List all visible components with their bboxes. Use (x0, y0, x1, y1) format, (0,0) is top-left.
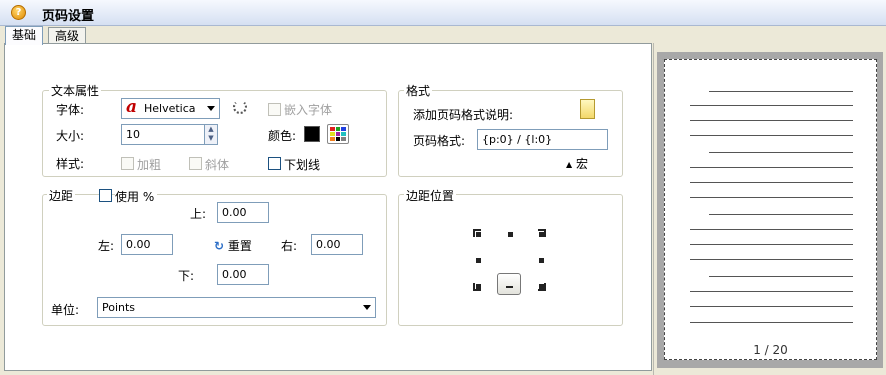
bottom-margin-input[interactable]: 0.00 (217, 264, 269, 285)
right-margin-input[interactable]: 0.00 (311, 234, 363, 255)
margin-position-legend: 边距位置 (404, 187, 457, 204)
text-line (709, 152, 853, 153)
macro-button[interactable]: ▲ 宏 (566, 155, 588, 172)
page-format-input[interactable]: {p:0} / {l:0} (477, 129, 608, 150)
unit-label: 单位: (51, 303, 80, 317)
text-line (690, 259, 853, 260)
note-icon[interactable] (580, 99, 595, 119)
margin-position-group (398, 194, 623, 326)
embed-font-label: 嵌入字体 (284, 103, 333, 117)
text-line (690, 182, 853, 183)
pos-middle-right[interactable] (539, 258, 544, 263)
bold-checkbox[interactable] (121, 157, 134, 170)
text-line (690, 229, 853, 230)
pos-middle-left[interactable] (476, 258, 481, 263)
color-label: 颜色: (268, 129, 297, 143)
bottom-margin-label: 下: (178, 269, 195, 283)
chevron-down-icon (363, 305, 371, 310)
right-margin-label: 右: (281, 239, 298, 253)
pos-top-center[interactable] (508, 232, 513, 237)
chevron-down-icon (207, 106, 215, 111)
font-select-value: Helvetica (144, 102, 196, 115)
underline-checkbox[interactable] (268, 157, 281, 170)
italic-label: 斜体 (205, 158, 230, 172)
unit-select-value: Points (102, 301, 136, 314)
font-size-input[interactable]: 10 (121, 124, 205, 145)
dialog-title: 页码设置 (42, 9, 95, 24)
page-format-label: 页码格式: (413, 134, 466, 148)
color-palette-button[interactable] (327, 124, 349, 144)
pos-bottom-center-mark (506, 286, 513, 288)
font-color-swatch[interactable] (304, 126, 320, 142)
text-line (690, 135, 853, 136)
pos-top-left-dot (476, 232, 481, 237)
bold-label: 加粗 (137, 158, 162, 172)
embed-font-checkbox[interactable] (268, 103, 281, 116)
page-number-preview: 1 / 20 (753, 343, 788, 357)
font-type-icon: a (126, 97, 138, 117)
text-line (690, 322, 853, 323)
pos-bottom-left-dot (476, 284, 481, 289)
text-line (690, 167, 853, 168)
triangle-up-icon: ▲ (566, 160, 573, 169)
left-margin-label: 左: (98, 239, 115, 253)
pos-bottom-center[interactable] (497, 273, 521, 295)
underline-label: 下划线 (284, 158, 321, 172)
text-line (709, 276, 853, 277)
font-size-spinner[interactable]: ▲ ▼ (204, 124, 218, 145)
margins-legend: 边距 (47, 187, 76, 204)
text-line (690, 105, 853, 106)
text-line (690, 291, 853, 292)
help-icon[interactable]: ? (11, 5, 26, 20)
unit-select[interactable]: Points (97, 297, 376, 318)
left-margin-input[interactable]: 0.00 (121, 234, 173, 255)
text-line (690, 197, 853, 198)
text-line (709, 91, 853, 92)
format-legend: 格式 (404, 82, 433, 99)
font-label: 字体: (56, 103, 85, 117)
font-select[interactable]: a Helvetica (121, 97, 220, 119)
spin-down-icon[interactable]: ▼ (205, 134, 217, 143)
page-preview: 1 / 20 (664, 59, 877, 360)
text-line (690, 120, 853, 121)
text-line (690, 306, 853, 307)
text-properties-legend: 文本属性 (49, 82, 102, 99)
text-line (709, 214, 853, 215)
pos-top-right-dot (539, 232, 544, 237)
title-bar: ? 页码设置 (0, 0, 886, 26)
refresh-fonts-icon[interactable] (233, 100, 247, 114)
top-margin-input[interactable]: 0.00 (217, 202, 269, 223)
use-percent-checkbox[interactable] (99, 189, 112, 202)
top-margin-label: 上: (190, 207, 207, 221)
tab-basic[interactable]: 基础 (5, 26, 44, 45)
size-label: 大小: (56, 129, 85, 143)
add-format-desc-label: 添加页码格式说明: (413, 108, 514, 122)
pos-bottom-right-dot (539, 284, 544, 289)
style-label: 样式: (56, 157, 85, 171)
use-percent-label: 使用 % (115, 188, 158, 205)
tab-advanced[interactable]: 高级 (48, 27, 87, 44)
text-line (690, 244, 853, 245)
italic-checkbox[interactable] (189, 157, 202, 170)
reset-icon: ↻ (214, 239, 225, 253)
reset-button[interactable]: ↻ 重置 (214, 237, 252, 254)
spin-up-icon[interactable]: ▲ (205, 125, 217, 134)
